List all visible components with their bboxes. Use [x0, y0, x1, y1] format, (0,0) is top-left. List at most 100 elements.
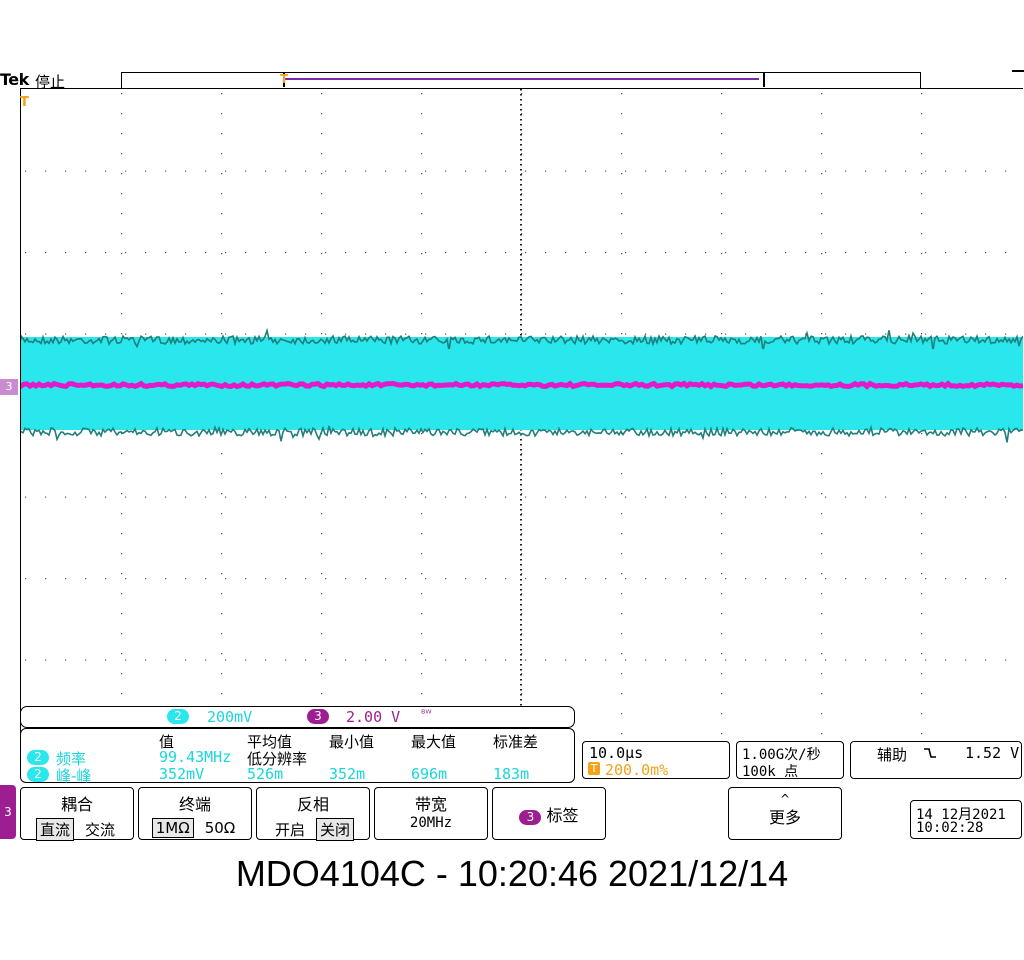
grid-dot: [721, 153, 723, 155]
grid-dot: [921, 153, 923, 155]
termination-1mohm-option[interactable]: 1MΩ: [151, 818, 194, 838]
coupling-ac-option[interactable]: 交流: [82, 819, 118, 840]
grid-dot: [1005, 659, 1007, 661]
grid-dot: [645, 496, 647, 498]
acquisition-readout[interactable]: 1.00G次/秒 100k 点: [736, 741, 844, 780]
center-axis-tick: [520, 234, 522, 236]
channel-2-scale[interactable]: 200mV: [207, 708, 252, 726]
grid-dot: [985, 659, 987, 661]
invert-off-option[interactable]: 关闭: [316, 818, 355, 841]
grid-dot: [405, 333, 407, 335]
grid-dot: [605, 659, 607, 661]
grid-dot: [285, 170, 287, 172]
grid-dot: [921, 213, 923, 215]
center-axis-tick: [520, 194, 522, 196]
center-axis-tick: [520, 549, 522, 551]
center-axis-tick: [520, 314, 522, 316]
grid-dot: [821, 233, 823, 235]
grid-dot: [225, 252, 227, 254]
grid-dot: [85, 333, 87, 335]
grid-dot: [421, 133, 423, 135]
channel-3-scale[interactable]: 2.00 V: [346, 708, 400, 726]
grid-dot: [221, 153, 223, 155]
grid-dot: [705, 333, 707, 335]
grid-dot: [25, 496, 27, 498]
center-axis-tick: [520, 699, 522, 701]
grid-dot: [421, 473, 423, 475]
grid-dot: [985, 496, 987, 498]
grid-dot: [421, 213, 423, 215]
grid-dot: [945, 659, 947, 661]
grid-dot: [885, 252, 887, 254]
grid-dot: [645, 659, 647, 661]
trigger-source: 辅助: [877, 746, 908, 764]
grid-dot: [345, 333, 347, 335]
grid-dot: [721, 693, 723, 695]
grid-dot: [885, 333, 887, 335]
grid-dot: [705, 252, 707, 254]
center-axis-tick: [520, 159, 522, 161]
label-button[interactable]: 3 标签: [492, 787, 606, 840]
grid-dot: [621, 253, 623, 255]
grid-dot: [121, 493, 123, 495]
grid-dot: [845, 496, 847, 498]
record-length: 100k 点: [742, 764, 799, 780]
channel-3-chip[interactable]: 3: [307, 709, 329, 724]
coupling-button[interactable]: 耦合 直流 交流: [20, 787, 134, 841]
grid-dot: [325, 170, 327, 172]
channel-3-menu-tab[interactable]: 3: [0, 785, 16, 839]
grid-dot: [545, 496, 547, 498]
grid-dot: [421, 593, 423, 595]
grid-dot: [321, 193, 323, 195]
grid-dot: [625, 252, 627, 254]
waveform-display[interactable]: [18, 88, 1024, 741]
grid-dot: [221, 213, 223, 215]
center-axis-tick: [520, 324, 522, 326]
center-axis-tick: [520, 664, 522, 666]
grid-dot: [745, 578, 747, 580]
channel-3-ground-marker[interactable]: 3: [0, 379, 18, 395]
grid-dot: [321, 453, 323, 455]
grid-dot: [385, 252, 387, 254]
grid-dot: [721, 573, 723, 575]
grid-dot: [321, 673, 323, 675]
meas-row-2-name: 峰-峰: [56, 767, 92, 785]
grid-dot: [385, 578, 387, 580]
invert-on-option[interactable]: 开启: [272, 819, 308, 840]
grid-dot: [421, 653, 423, 655]
trigger-readout[interactable]: 辅助 1.52 V: [850, 741, 1022, 779]
grid-dot: [921, 273, 923, 275]
grid-dot: [465, 170, 467, 172]
grid-dot: [921, 293, 923, 295]
invert-button[interactable]: 反相 开启 关闭: [256, 787, 370, 841]
meas-row-2-max: 696m: [411, 765, 448, 783]
grid-dot: [421, 433, 423, 435]
channel-2-chip[interactable]: 2: [167, 709, 189, 724]
bandwidth-button[interactable]: 带宽 20MHz: [374, 787, 488, 840]
grid-dot: [85, 578, 87, 580]
grid-dot: [825, 252, 827, 254]
grid-dot: [821, 693, 823, 695]
timebase-readout[interactable]: 10.0µs T 200.0m%: [582, 741, 730, 779]
measurement-table[interactable]: 值 平均值 最小值 最大值 标准差 2 频率 99.43MHz 低分辨率 2 峰…: [20, 728, 575, 785]
meas-row-1-value: 99.43MHz: [159, 748, 232, 766]
coupling-dc-option[interactable]: 直流: [35, 818, 74, 841]
grid-dot: [921, 533, 923, 535]
grid-dot: [145, 659, 147, 661]
channel-scale-bar[interactable]: 2 200mV 3 2.00 V ᴮᵂ: [20, 706, 575, 728]
grid-dot: [121, 633, 123, 635]
datetime-readout: 14 12月2021 10:02:28: [910, 800, 1022, 839]
more-button[interactable]: ^ 更多: [728, 787, 842, 840]
grid-dot: [865, 659, 867, 661]
termination-button[interactable]: 终端 1MΩ 50Ω: [138, 787, 252, 840]
grid-dot: [621, 653, 623, 655]
grid-dot: [421, 313, 423, 315]
grid-dot: [621, 133, 623, 135]
center-axis-tick: [520, 149, 522, 151]
center-axis-tick: [520, 189, 522, 191]
termination-50ohm-option[interactable]: 50Ω: [202, 819, 239, 837]
grid-dot: [921, 453, 923, 455]
grid-dot: [621, 593, 623, 595]
center-axis-tick: [520, 329, 522, 331]
grid-dot: [165, 578, 167, 580]
